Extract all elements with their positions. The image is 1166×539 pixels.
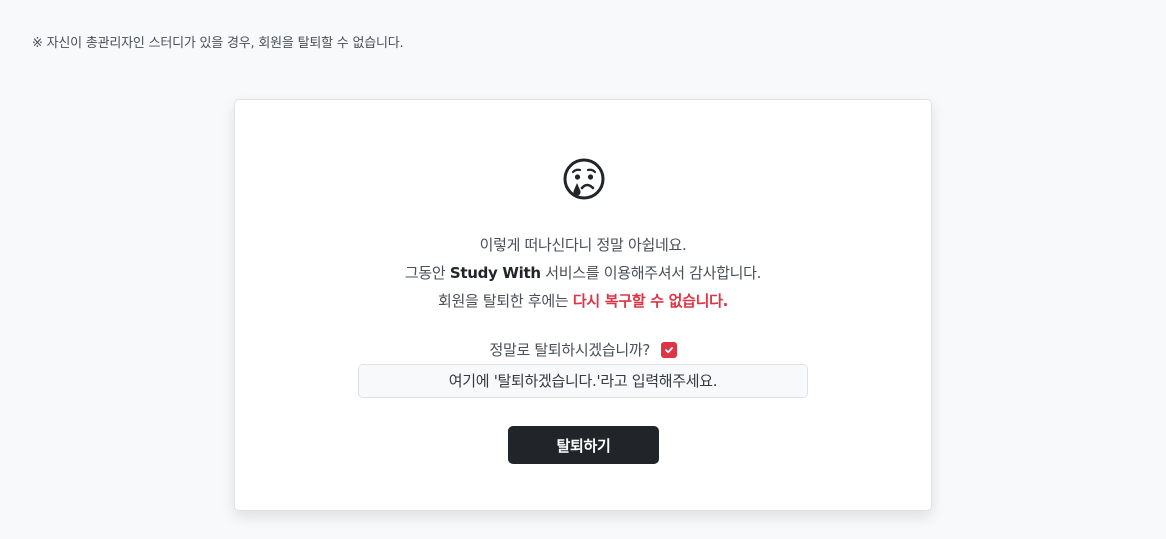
crying-face-icon [562, 157, 606, 201]
warning-prefix: 회원을 탈퇴한 후에는 [437, 292, 573, 310]
thanks-suffix: 서비스를 이용해주셔서 감사합니다. [540, 264, 762, 282]
farewell-message: 이렇게 떠나신다니 정말 아쉽네요. [479, 236, 687, 254]
warning-highlight: 다시 복구할 수 없습니다. [572, 292, 729, 310]
withdrawal-card: 이렇게 떠나신다니 정말 아쉽네요. 그동안 Study With 서비스를 이… [234, 99, 932, 511]
thanks-prefix: 그동안 [404, 264, 450, 282]
confirm-text-input[interactable] [358, 364, 808, 398]
check-icon [664, 347, 673, 354]
confirm-label: 정말로 탈퇴하시겠습니까? [489, 341, 651, 359]
withdrawal-notice: ※ 자신이 총관리자인 스터디가 있을 경우, 회원을 탈퇴할 수 없습니다. [32, 36, 404, 51]
confirm-checkbox[interactable] [660, 342, 677, 358]
withdraw-button[interactable]: 탈퇴하기 [508, 426, 659, 464]
warning-message: 회원을 탈퇴한 후에는 다시 복구할 수 없습니다. [235, 290, 931, 311]
thanks-message: 그동안 Study With 서비스를 이용해주셔서 감사합니다. [235, 262, 931, 283]
confirm-row: 정말로 탈퇴하시겠습니까? [235, 339, 931, 360]
service-name: Study With [449, 264, 541, 282]
